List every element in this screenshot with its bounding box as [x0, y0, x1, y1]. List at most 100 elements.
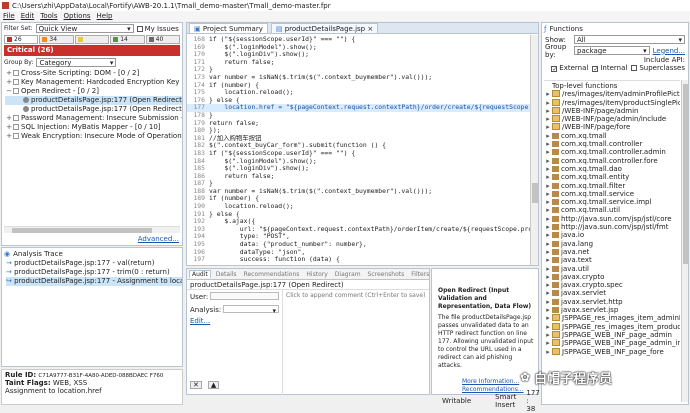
expand-arrow-icon[interactable]: ▸: [544, 123, 552, 131]
expand-arrow-icon[interactable]: ▸: [544, 157, 552, 165]
severity-tab-3[interactable]: 14: [110, 35, 145, 44]
expand-arrow-icon[interactable]: ▸: [544, 115, 552, 123]
audit-tab-history[interactable]: History: [304, 271, 329, 278]
function-tree-item[interactable]: ▸ java.text: [544, 256, 680, 264]
audit-tab-audit[interactable]: Audit: [189, 270, 211, 278]
issue-tree-item[interactable]: + Password Management: Insecure Submissio…: [5, 114, 182, 123]
function-tree-item[interactable]: ▸ com.xq.tmall.util: [544, 206, 680, 214]
function-tree-item[interactable]: ▸ com.xq.tmall.dao: [544, 165, 680, 173]
issue-tree-item[interactable]: productDetailsPage.jsp:177 (Open Redirec…: [5, 96, 182, 105]
function-tree-item[interactable]: ▸/WEB-INF/page/fore: [544, 123, 680, 131]
filter-set-select[interactable]: Quick View ▾: [35, 24, 134, 33]
function-tree-item[interactable]: Top-level functions: [544, 82, 680, 90]
menu-options[interactable]: Options: [64, 12, 91, 20]
internal-checkbox[interactable]: Internal: [592, 64, 627, 72]
function-tree-item[interactable]: ▸/res/images/item/adminProfilePicture: [544, 90, 680, 98]
expand-arrow-icon[interactable]: ▸: [544, 331, 552, 339]
severity-tab-2[interactable]: [74, 35, 110, 44]
delete-icon[interactable]: ✕: [190, 381, 202, 389]
expand-arrow-icon[interactable]: ▸: [544, 223, 552, 231]
expand-arrow-icon[interactable]: ▸: [544, 256, 552, 264]
function-tree-item[interactable]: ▸ com.xq.tmall.filter: [544, 182, 680, 190]
tab-product-details-page[interactable]: ▤ productDetailsPage.jsp ×: [270, 23, 379, 33]
expand-arrow-icon[interactable]: ▸: [544, 298, 552, 306]
expand-arrow-icon[interactable]: ▸: [544, 206, 552, 214]
function-tree-item[interactable]: ▸JSPPAGE_res_images_item_adminProfilePic…: [544, 314, 680, 322]
audit-tab-filters[interactable]: Filters: [409, 271, 431, 278]
expand-arrow-icon[interactable]: ▸: [544, 281, 552, 289]
external-checkbox[interactable]: External: [551, 64, 588, 72]
severity-tab-1[interactable]: 34: [39, 35, 74, 44]
tab-project-summary[interactable]: ▣ Project Summary: [189, 23, 268, 33]
expand-arrow-icon[interactable]: ▸: [544, 306, 552, 314]
menu-edit[interactable]: Edit: [21, 12, 35, 20]
expand-arrow-icon[interactable]: ▸: [544, 173, 552, 181]
user-field[interactable]: [210, 292, 279, 300]
function-tree-item[interactable]: ▸ com.xq.tmall.controller.admin: [544, 148, 680, 156]
function-tree-item[interactable]: ▸ javax.crypto.spec: [544, 281, 680, 289]
audit-tab-details[interactable]: Details: [214, 271, 239, 278]
issue-tree-item[interactable]: + Weak Encryption: Insecure Mode of Opera…: [5, 132, 182, 141]
expand-arrow-icon[interactable]: ▸: [544, 198, 552, 206]
expand-arrow-icon[interactable]: ▸: [544, 99, 552, 107]
function-tree-item[interactable]: ▸ http://java.sun.com/jsp/jstl/core: [544, 215, 680, 223]
function-tree-item[interactable]: ▸ com.xq.tmall.service: [544, 190, 680, 198]
code-view[interactable]: 168 if ("${sessionScope.userId}" === "") …: [187, 35, 530, 265]
audit-tab-screenshots[interactable]: Screenshots: [366, 271, 407, 278]
expand-arrow-icon[interactable]: ▸: [544, 132, 552, 140]
function-tree-item[interactable]: ▸ com.xq.tmall.entity: [544, 173, 680, 181]
issue-tree-item[interactable]: + Key Management: Hardcoded Encryption Ke…: [5, 78, 182, 87]
audit-tab-diagram[interactable]: Diagram: [333, 271, 363, 278]
expand-toggle-icon[interactable]: +: [5, 69, 13, 78]
expand-toggle-icon[interactable]: +: [5, 114, 13, 123]
function-tree-item[interactable]: ▸ com.xq.tmall.service.impl: [544, 198, 680, 206]
issue-tree-item[interactable]: productDetailsPage.jsp:177 (Open Redirec…: [5, 105, 182, 114]
expand-arrow-icon[interactable]: ▸: [544, 339, 552, 347]
expand-arrow-icon[interactable]: ▸: [544, 190, 552, 198]
function-tree-item[interactable]: ▸ JSPPAGE_WEB_INF_page_admin: [544, 330, 680, 339]
expand-arrow-icon[interactable]: ▸: [544, 348, 552, 356]
close-icon[interactable]: ×: [367, 25, 373, 33]
legend-link[interactable]: Legend...: [653, 47, 685, 55]
expand-arrow-icon[interactable]: ▸: [544, 140, 552, 148]
group-by-select[interactable]: Category ▾: [36, 57, 117, 67]
expand-toggle-icon[interactable]: +: [5, 78, 13, 87]
show-select[interactable]: All ▾: [574, 35, 685, 44]
function-tree-item[interactable]: ▸/res/images/item/productSinglePicture: [544, 98, 680, 107]
menu-help[interactable]: Help: [97, 12, 113, 20]
editor-scrollbar[interactable]: [530, 35, 538, 265]
issue-tree-item[interactable]: + SQL Injection: MyBatis Mapper - [0 / 10…: [5, 123, 182, 132]
menu-tools[interactable]: Tools: [40, 12, 57, 20]
superclasses-checkbox[interactable]: Superclasses: [631, 64, 685, 72]
function-tree-item[interactable]: ▸ javax.servlet.http: [544, 298, 680, 306]
expand-arrow-icon[interactable]: ▸: [544, 215, 552, 223]
expand-arrow-icon[interactable]: ▸: [544, 90, 552, 98]
expand-toggle-icon[interactable]: +: [5, 123, 13, 132]
expand-arrow-icon[interactable]: ▸: [544, 248, 552, 256]
trace-item[interactable]: ↪ productDetailsPage.jsp:177 - Assignmen…: [6, 277, 182, 286]
expand-arrow-icon[interactable]: ▸: [544, 182, 552, 190]
expand-arrow-icon[interactable]: ▸: [544, 165, 552, 173]
expand-arrow-icon[interactable]: ▸: [544, 289, 552, 297]
issue-tree-item[interactable]: + Cross-Site Scripting: DOM - [0 / 2]: [5, 69, 182, 78]
function-tree-item[interactable]: ▸/WEB-INF/page/admin: [544, 106, 680, 115]
severity-tab-4[interactable]: 40: [145, 35, 181, 44]
function-tree-item[interactable]: ▸ com.xq.tmall.controller.fore: [544, 157, 680, 165]
comment-box[interactable]: Click to append comment (Ctrl+Enter to s…: [283, 290, 429, 395]
function-tree-item[interactable]: ▸ javax.servlet: [544, 289, 680, 297]
horizontal-scrollbar[interactable]: [4, 226, 180, 233]
expand-toggle-icon[interactable]: −: [5, 87, 13, 96]
edit-link[interactable]: Edit...: [190, 317, 279, 325]
expand-arrow-icon[interactable]: ▸: [544, 314, 552, 322]
function-tree-item[interactable]: ▸ com.xq.tmall: [544, 132, 680, 140]
trace-item[interactable]: → productDetailsPage.jsp:177 - val(retur…: [6, 259, 182, 268]
lock-icon[interactable]: ▲: [207, 381, 220, 389]
expand-arrow-icon[interactable]: ▸: [544, 148, 552, 156]
function-tree-item[interactable]: ▸ java.util: [544, 265, 680, 273]
functions-scrollbar[interactable]: [681, 80, 688, 402]
function-tree-item[interactable]: ▸ http://java.sun.com/jsp/jstl/fmt: [544, 223, 680, 231]
function-tree-item[interactable]: ▸ javax.crypto: [544, 273, 680, 281]
function-tree-item[interactable]: ▸ com.xq.tmall.controller: [544, 140, 680, 148]
expand-arrow-icon[interactable]: ▸: [544, 323, 552, 331]
expand-arrow-icon[interactable]: ▸: [544, 231, 552, 239]
